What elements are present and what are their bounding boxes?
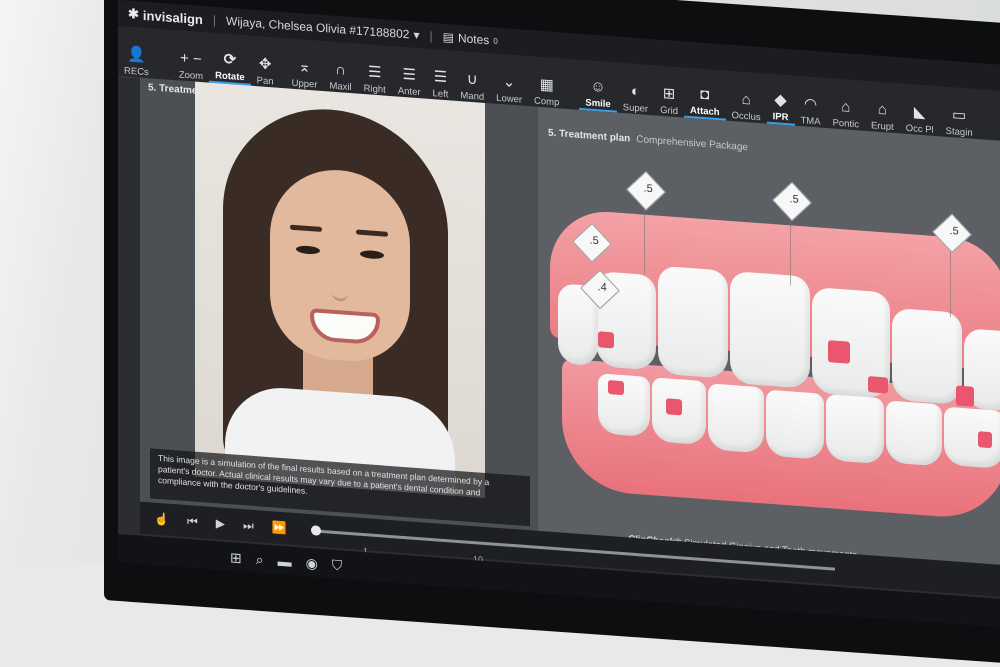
ipr-marker[interactable]: .5 — [772, 181, 812, 222]
left-icon: ☰ — [433, 68, 448, 87]
skip-forward-icon[interactable]: ⏭ — [243, 518, 254, 534]
tool-pan[interactable]: ✥ Pan — [251, 42, 280, 88]
tool-anter[interactable]: ☰ Anter — [392, 52, 427, 99]
tool-tma[interactable]: ◠ TMA — [795, 82, 827, 128]
tool-right[interactable]: ☰ Right — [358, 50, 392, 97]
attachment — [598, 331, 614, 349]
pontic-icon: ⌂ — [841, 98, 851, 116]
tool-smile[interactable]: ☺ Smile — [579, 63, 617, 113]
tool-occlus[interactable]: ⌂ Occlus — [726, 77, 767, 124]
upper-tooth — [892, 307, 962, 405]
ipr-marker[interactable]: .5 — [626, 170, 666, 211]
windows-start-icon[interactable]: ⊞ — [230, 549, 242, 567]
tool-rotate[interactable]: ⟳ Rotate — [209, 36, 251, 86]
tool-comp[interactable]: ▦ Comp — [528, 62, 565, 109]
rotate-icon: ⟳ — [223, 50, 237, 69]
tool-lower[interactable]: ⌄ Lower — [490, 59, 528, 106]
tooth-app-icon[interactable]: ⛉ — [332, 556, 343, 574]
lower-tooth — [826, 393, 884, 465]
super-icon: ◐ — [630, 82, 640, 101]
tool-zoom[interactable]: + − Zoom — [173, 36, 209, 83]
mand-icon: ∪ — [466, 70, 478, 89]
lower-tooth — [598, 373, 650, 438]
right-icon: ☰ — [367, 63, 382, 82]
tma-icon: ◠ — [803, 95, 818, 114]
smile-photo-panel: 5. Treatment plan This image is a simula… — [140, 77, 540, 547]
chevron-down-icon: ▾ — [413, 27, 420, 43]
erupt-icon: ⌂ — [877, 100, 887, 119]
upper-tooth — [730, 270, 810, 389]
monitor-screen: ✱ invisalign | Wijaya, Chelsea Olivia #1… — [118, 0, 1000, 627]
ipr-icon: ◆ — [774, 91, 787, 110]
attach-icon: ◘ — [700, 85, 710, 104]
notes-icon: ▤ — [442, 29, 454, 45]
comp-icon: ▦ — [539, 75, 554, 95]
staging-icon: ▭ — [952, 106, 967, 125]
title-separator: | — [429, 28, 433, 44]
attachment — [978, 431, 992, 449]
attachment — [868, 376, 888, 394]
smile-icon: ☺ — [590, 77, 606, 96]
anter-icon: ☰ — [402, 65, 416, 84]
recs-icon: 👤 — [127, 45, 146, 65]
tool-ipr[interactable]: ◆ IPR — [766, 77, 795, 126]
step-forward-icon[interactable]: ⏩ — [272, 520, 287, 535]
lower-icon: ⌄ — [502, 73, 516, 92]
lower-tooth — [766, 389, 824, 460]
notes-button[interactable]: ▤ Notes 0 — [443, 30, 498, 48]
right-panel-label: 5. Treatment plan Comprehensive Package — [548, 127, 748, 154]
patient-photo — [195, 81, 485, 498]
slider-knob[interactable] — [310, 524, 321, 536]
play-icon[interactable]: ▶ — [216, 516, 225, 531]
tool-occ-pl[interactable]: ◣ Occ Pl — [900, 89, 940, 136]
tool-upper[interactable]: ⌅ Upper — [286, 44, 324, 91]
attachment — [956, 385, 974, 407]
maxil-icon: ∩ — [335, 60, 346, 79]
upper-icon: ⌅ — [298, 58, 311, 77]
lower-tooth — [886, 400, 942, 467]
occlus-icon: ⌂ — [741, 90, 751, 109]
skip-back-icon[interactable]: ⏮ — [187, 514, 198, 530]
notes-count: 0 — [493, 36, 498, 46]
occpl-icon: ◣ — [913, 103, 926, 122]
tool-staging[interactable]: ▭ Stagin — [940, 92, 979, 139]
invisalign-logo-icon: ✱ — [128, 5, 139, 22]
tool-maxil[interactable]: ∩ Maxil — [323, 47, 357, 94]
tool-erupt[interactable]: ⌂ Erupt — [865, 87, 900, 134]
hand-cursor-icon[interactable]: ☝ — [154, 512, 169, 527]
edge-browser-icon[interactable]: ◉ — [306, 554, 318, 572]
app-logo: ✱ invisalign — [128, 5, 203, 27]
tool-left[interactable]: ☰ Left — [427, 55, 455, 101]
grid-icon: ⊞ — [662, 85, 676, 103]
file-explorer-icon[interactable]: ▬ — [278, 553, 292, 570]
search-icon[interactable]: ⌕ — [256, 551, 264, 569]
attachment — [608, 379, 624, 396]
package-label: Comprehensive Package — [636, 134, 748, 154]
tool-super[interactable]: ◐ Super — [617, 69, 654, 116]
lower-tooth — [708, 383, 764, 454]
tool-recs[interactable]: 👤 RECs — [118, 32, 155, 79]
title-separator: | — [212, 12, 216, 28]
upper-tooth — [658, 265, 728, 379]
tool-grid[interactable]: ⊞ Grid — [654, 71, 684, 117]
tool-attach[interactable]: ◘ Attach — [684, 71, 726, 121]
zoom-icon: + − — [180, 49, 202, 69]
attachment — [828, 340, 850, 364]
pan-icon: ✥ — [258, 55, 272, 74]
tool-pontic[interactable]: ⌂ Pontic — [827, 84, 865, 131]
clincheck-3d-view[interactable]: 5. Treatment planComprehensive Package — [538, 106, 1000, 582]
tool-mand[interactable]: ∪ Mand — [454, 57, 490, 104]
attachment — [666, 398, 682, 416]
